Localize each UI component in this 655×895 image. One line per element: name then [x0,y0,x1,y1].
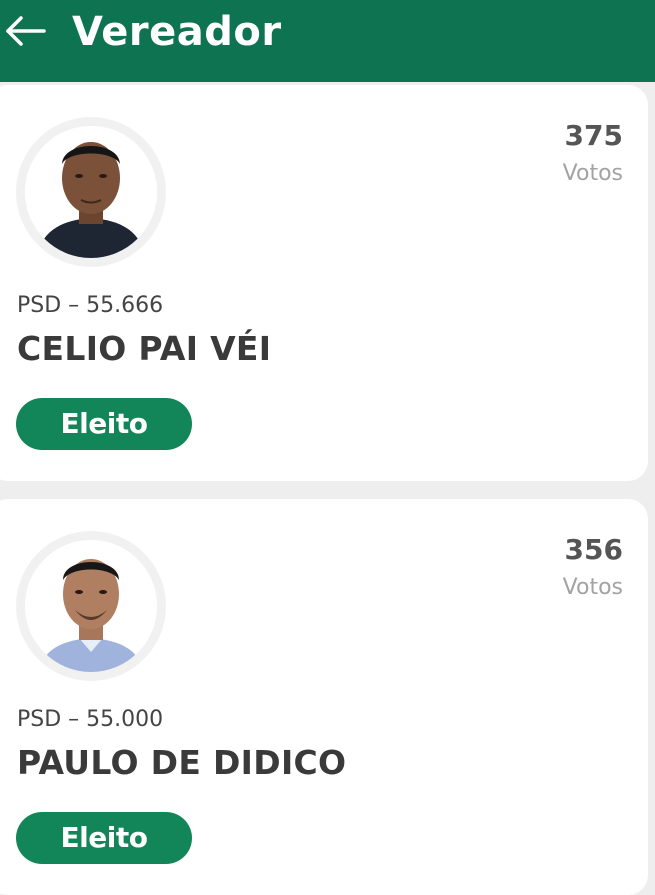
candidate-name: CELIO PAI VÉI [17,329,272,368]
votes-label: Votos [562,161,623,186]
candidate-card[interactable]: 356 Votos PSD – 55.000 PAULO DE DIDICO E… [0,499,648,895]
app-header: Vereador [0,0,655,82]
arrow-left-icon[interactable] [4,11,46,51]
status-badge: Eleito [16,812,192,864]
page-title: Vereador [72,9,282,55]
candidate-card[interactable]: 375 Votos PSD – 55.666 CELIO PAI VÉI Ele… [0,85,648,481]
candidate-photo [25,126,157,258]
votes-count: 356 [564,533,623,566]
candidate-name: PAULO DE DIDICO [17,743,347,782]
avatar-frame [16,531,166,681]
votes-label: Votos [562,575,623,600]
party-number: PSD – 55.000 [17,707,164,732]
status-badge: Eleito [16,398,192,450]
party-number: PSD – 55.666 [17,293,164,318]
candidate-photo [25,540,157,672]
avatar-frame [16,117,166,267]
votes-count: 375 [564,119,623,152]
